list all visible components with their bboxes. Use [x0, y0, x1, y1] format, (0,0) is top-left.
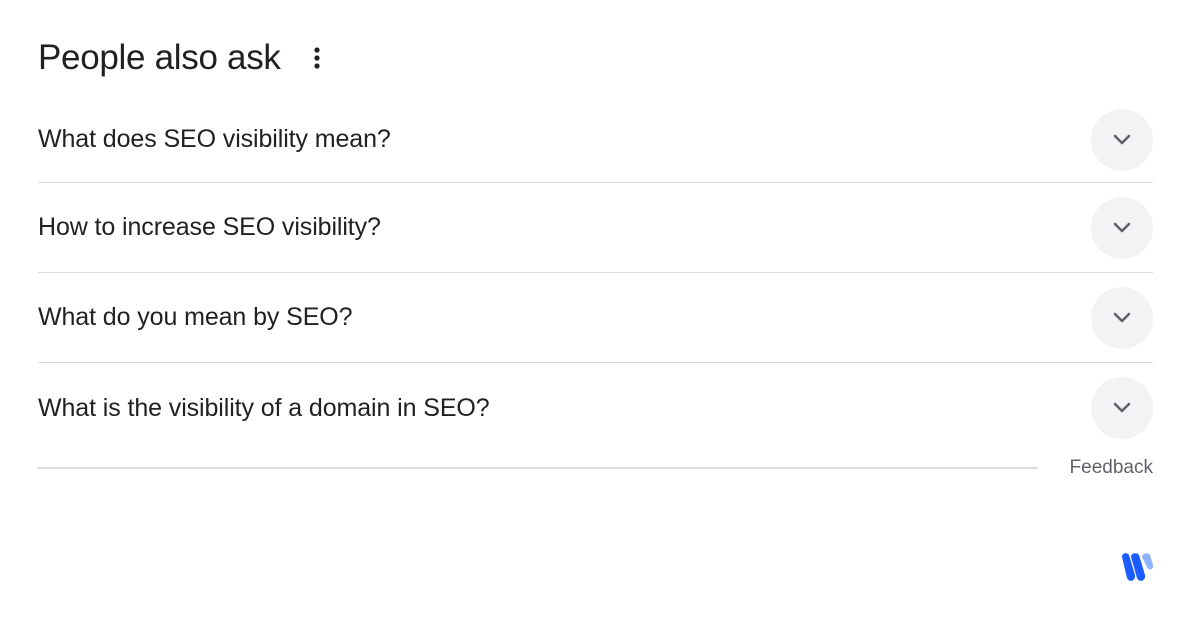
question-row[interactable]: What is the visibility of a domain in SE… — [38, 363, 1153, 453]
chevron-down-icon — [1113, 222, 1131, 232]
feedback-link[interactable]: Feedback — [1070, 457, 1153, 479]
expand-button[interactable] — [1091, 286, 1153, 349]
question-text: What do you mean by SEO? — [38, 303, 353, 331]
question-text: What is the visibility of a domain in SE… — [38, 393, 490, 422]
question-row[interactable]: What do you mean by SEO? — [38, 273, 1153, 363]
w-logo-icon — [1122, 553, 1154, 581]
more-options-button[interactable] — [307, 40, 327, 76]
expand-button[interactable] — [1091, 109, 1153, 171]
page: People also ask What does SEO visibility… — [0, 0, 1200, 630]
more-vertical-icon — [314, 47, 320, 69]
footer-divider — [38, 467, 1038, 469]
expand-button[interactable] — [1091, 196, 1153, 259]
chevron-down-icon — [1113, 312, 1131, 322]
people-also-ask-panel: People also ask What does SEO visibility… — [38, 30, 1153, 453]
question-text: How to increase SEO visibility? — [38, 213, 381, 241]
question-row[interactable]: How to increase SEO visibility? — [38, 183, 1153, 273]
question-row[interactable]: What does SEO visibility mean? — [38, 108, 1153, 183]
paa-header: People also ask — [38, 30, 1153, 86]
expand-button[interactable] — [1091, 377, 1153, 439]
question-text: What does SEO visibility mean? — [38, 125, 391, 153]
chevron-down-icon — [1113, 134, 1131, 145]
question-list: What does SEO visibility mean? How to in… — [38, 108, 1153, 453]
paa-footer: Feedback — [38, 455, 1153, 481]
paa-title: People also ask — [38, 38, 281, 77]
chevron-down-icon — [1113, 402, 1131, 413]
